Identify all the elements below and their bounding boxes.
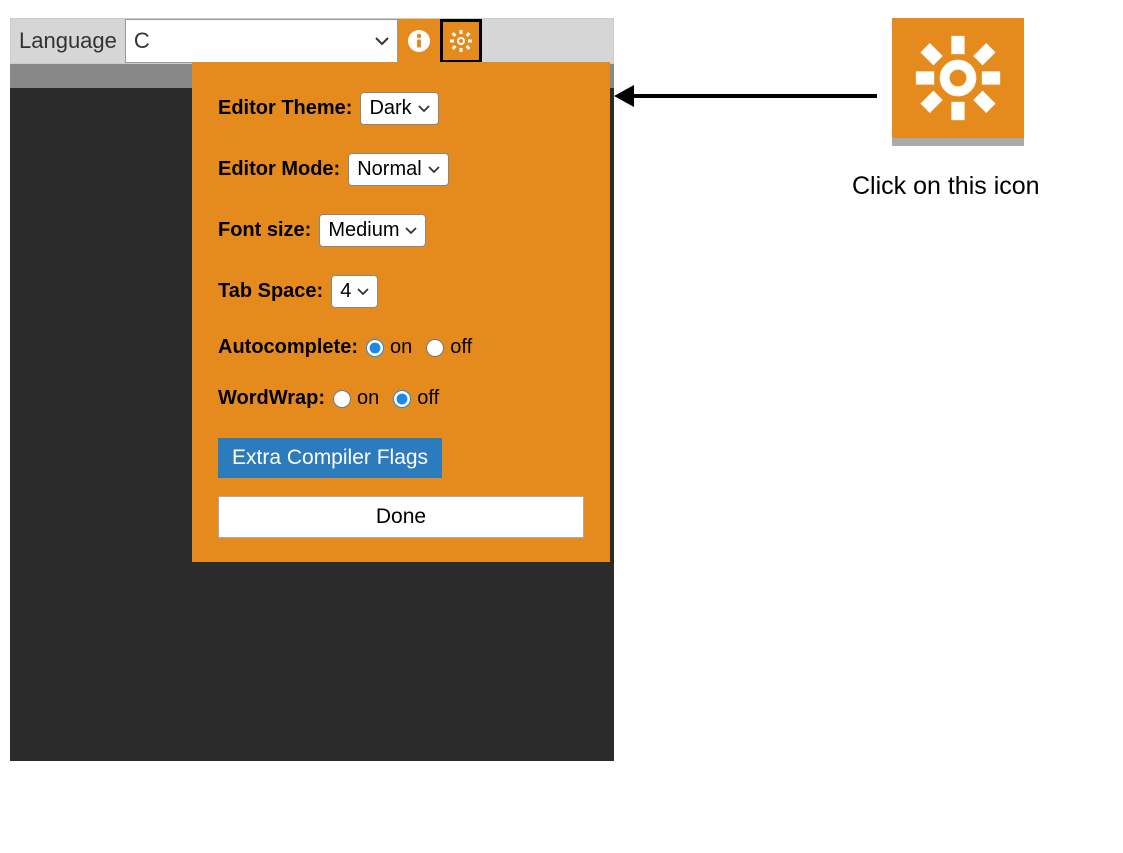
language-value: C <box>134 28 150 54</box>
autocomplete-on-text: on <box>390 336 412 359</box>
theme-value: Dark <box>369 97 411 120</box>
gear-icon <box>449 29 473 53</box>
annotation-caption: Click on this icon <box>852 172 1040 201</box>
settings-popup: Editor Theme: Dark Editor Mode: Normal F… <box>192 62 610 562</box>
info-icon <box>407 29 431 53</box>
chevron-down-icon <box>375 36 389 46</box>
tab-value: 4 <box>340 280 351 303</box>
chevron-down-icon <box>418 104 430 113</box>
extra-compiler-flags-button[interactable]: Extra Compiler Flags <box>218 438 442 478</box>
font-value: Medium <box>328 219 399 242</box>
annotation-gear-callout <box>892 18 1024 146</box>
mode-label: Editor Mode: <box>218 158 340 181</box>
autocomplete-off-text: off <box>450 336 472 359</box>
wordwrap-on-text: on <box>357 387 379 410</box>
wordwrap-off-text: off <box>417 387 439 410</box>
settings-button[interactable] <box>440 19 482 63</box>
mode-value: Normal <box>357 158 421 181</box>
mode-select[interactable]: Normal <box>348 153 448 186</box>
arrow-left-icon <box>614 85 634 107</box>
theme-select[interactable]: Dark <box>360 92 438 125</box>
font-label: Font size: <box>218 219 311 242</box>
tab-select[interactable]: 4 <box>331 275 378 308</box>
info-button[interactable] <box>398 19 440 63</box>
gear-icon <box>914 34 1002 122</box>
arrow-line <box>625 94 877 98</box>
chevron-down-icon <box>405 226 417 235</box>
wordwrap-label: WordWrap: <box>218 387 325 410</box>
done-button[interactable]: Done <box>218 496 584 538</box>
wordwrap-off-radio[interactable] <box>393 390 411 408</box>
chevron-down-icon <box>357 287 369 296</box>
autocomplete-on-radio[interactable] <box>366 339 384 357</box>
autocomplete-label: Autocomplete: <box>218 336 358 359</box>
language-select[interactable]: C <box>125 19 398 63</box>
wordwrap-on-radio[interactable] <box>333 390 351 408</box>
theme-label: Editor Theme: <box>218 97 352 120</box>
language-label: Language <box>11 19 125 63</box>
header-bar: Language C <box>10 18 614 64</box>
autocomplete-off-radio[interactable] <box>426 339 444 357</box>
font-select[interactable]: Medium <box>319 214 426 247</box>
tab-label: Tab Space: <box>218 280 323 303</box>
chevron-down-icon <box>428 165 440 174</box>
